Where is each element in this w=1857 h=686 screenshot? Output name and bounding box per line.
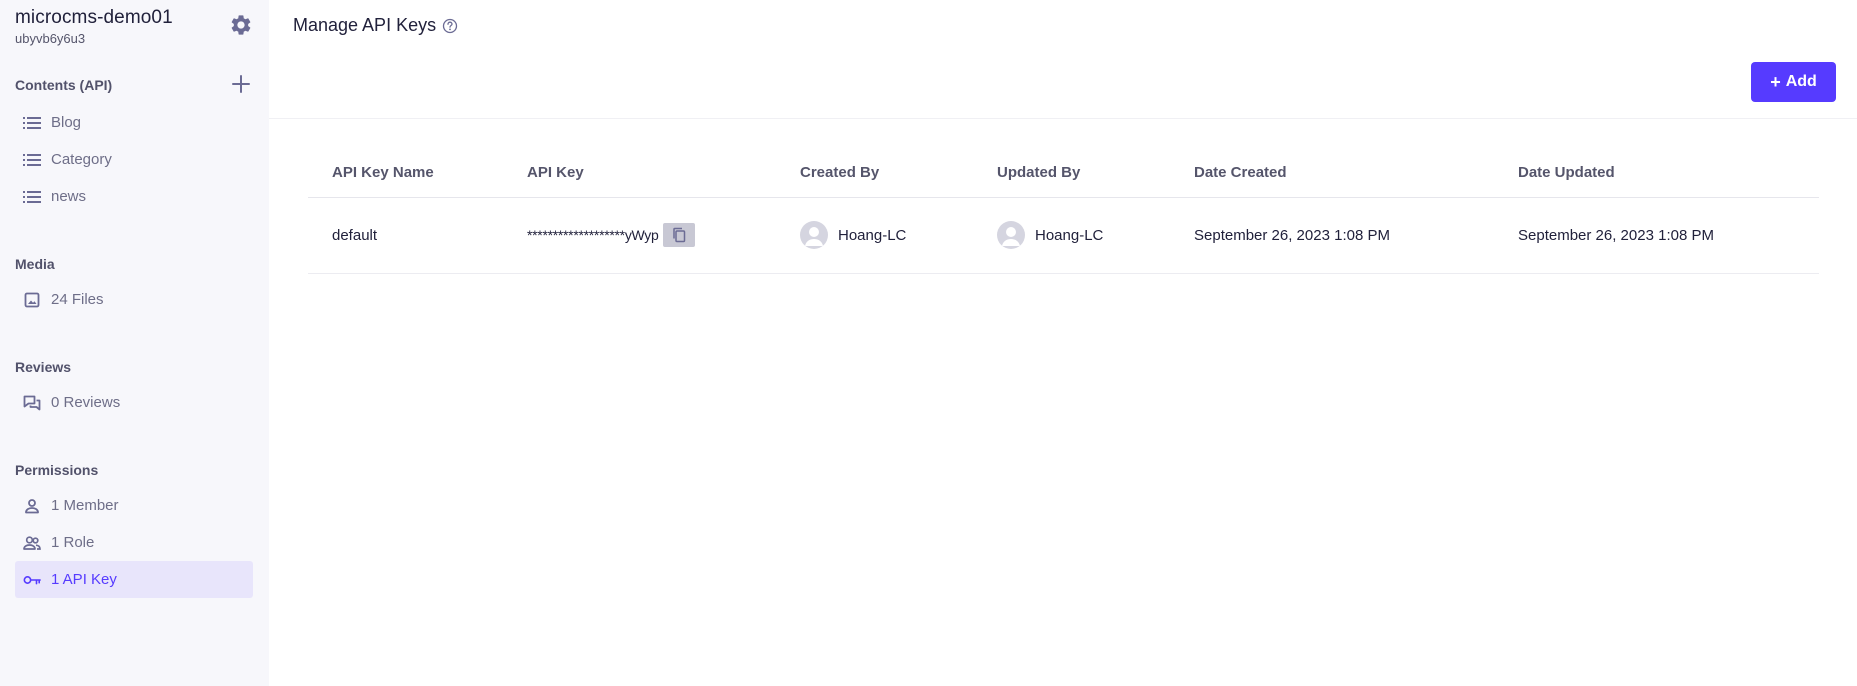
column-header-created-by: Created By: [776, 148, 973, 198]
column-header-date-updated: Date Updated: [1494, 148, 1819, 198]
list-icon: [23, 151, 41, 169]
section-title-permissions: Permissions: [15, 462, 99, 478]
sidebar-item-label: news: [51, 188, 87, 205]
sidebar: microcms-demo01 ubyvb6y6u3 Contents (API…: [0, 0, 269, 686]
sidebar-item-label: Category: [51, 151, 112, 168]
list-icon: [23, 188, 41, 206]
sidebar-item-roles[interactable]: 1 Role: [15, 524, 253, 561]
app-window: microcms-demo01 ubyvb6y6u3 Contents (API…: [0, 0, 1857, 686]
column-header-date-created: Date Created: [1170, 148, 1494, 198]
sidebar-item-label: Blog: [51, 114, 82, 131]
page-title-text: Manage API Keys: [293, 15, 437, 35]
api-keys-table: API Key Name API Key Created By Updated …: [308, 148, 1819, 274]
people-icon: [23, 534, 41, 552]
cell-date-created: September 26, 2023 1:08 PM: [1170, 197, 1494, 274]
person-icon: [23, 497, 41, 515]
cell-key-name: default: [308, 197, 503, 274]
avatar: [800, 221, 828, 249]
created-by-name: Hoang-LC: [838, 226, 907, 244]
cell-api-key: *******************yWyp: [503, 197, 776, 274]
sidebar-item-news[interactable]: news: [15, 178, 253, 215]
add-api-key-button[interactable]: + Add: [1751, 62, 1836, 102]
section-title-contents: Contents (API): [15, 77, 113, 93]
section-title-reviews: Reviews: [15, 359, 72, 375]
copy-icon[interactable]: [662, 223, 695, 247]
main-content: Manage API Keys + Add API Key Name API K…: [269, 0, 1857, 686]
sidebar-item-media[interactable]: 24 Files: [15, 281, 253, 318]
sidebar-item-label: 1 Role: [51, 534, 95, 551]
sidebar-item-api-keys[interactable]: 1 API Key: [15, 561, 253, 598]
sidebar-item-label: 0 Reviews: [51, 394, 121, 411]
gear-icon[interactable]: [229, 13, 253, 37]
cell-created-by: Hoang-LC: [776, 197, 973, 274]
section-title-media: Media: [15, 256, 55, 272]
api-key-value: *******************yWyp: [527, 227, 659, 243]
sidebar-item-label: 1 API Key: [51, 571, 117, 588]
add-api-icon[interactable]: [230, 73, 252, 95]
page-title: Manage API Keys: [293, 15, 458, 36]
sidebar-item-members[interactable]: 1 Member: [15, 487, 253, 524]
plus-icon: +: [1770, 71, 1781, 92]
cell-date-updated: September 26, 2023 1:08 PM: [1494, 197, 1819, 274]
sidebar-item-reviews[interactable]: 0 Reviews: [15, 384, 253, 421]
help-icon[interactable]: [442, 18, 458, 34]
service-name[interactable]: microcms-demo01: [15, 7, 173, 29]
column-header-name: API Key Name: [308, 148, 503, 198]
list-icon: [23, 114, 41, 132]
image-icon: [23, 291, 41, 309]
sidebar-item-label: 24 Files: [51, 291, 104, 308]
cell-updated-by: Hoang-LC: [973, 197, 1170, 274]
header-divider: [269, 118, 1857, 119]
sidebar-item-blog[interactable]: Blog: [15, 104, 253, 141]
column-header-key: API Key: [503, 148, 776, 198]
avatar: [997, 221, 1025, 249]
key-icon: [23, 571, 41, 589]
column-header-updated-by: Updated By: [973, 148, 1170, 198]
sidebar-item-label: 1 Member: [51, 497, 119, 514]
table-header-row: API Key Name API Key Created By Updated …: [308, 148, 1819, 198]
updated-by-name: Hoang-LC: [1035, 226, 1104, 244]
reviews-icon: [23, 394, 41, 412]
table-row[interactable]: default *******************yWyp Hoang-LC…: [308, 197, 1819, 274]
service-id: ubyvb6y6u3: [15, 31, 86, 46]
sidebar-item-category[interactable]: Category: [15, 141, 253, 178]
add-button-label: Add: [1785, 73, 1817, 90]
